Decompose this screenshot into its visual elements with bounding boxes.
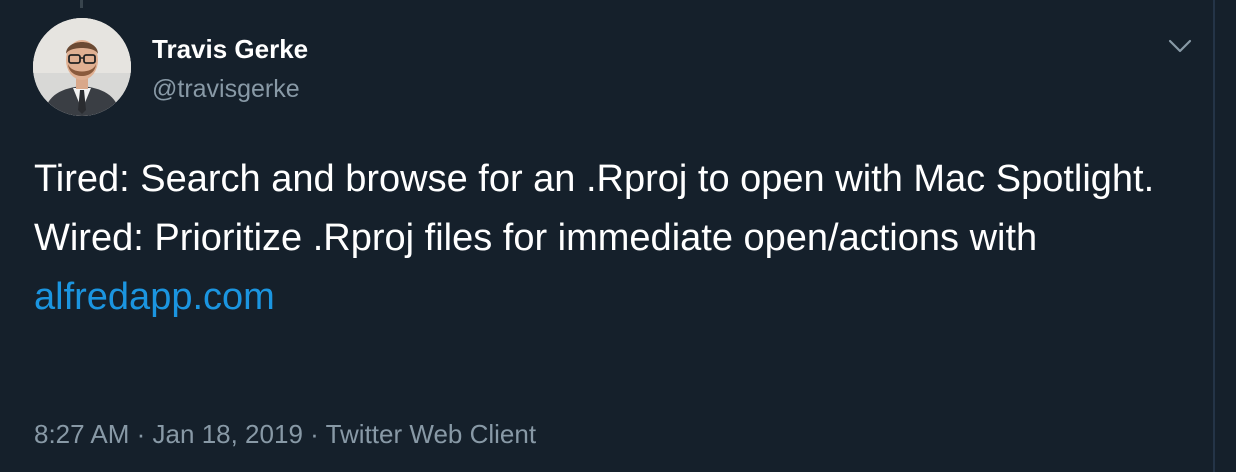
author-handle[interactable]: @travisgerke [152,74,300,104]
tweet-time[interactable]: 8:27 AM [34,419,129,449]
tweet-link[interactable]: alfredapp.com [34,276,275,318]
column-divider [1213,0,1215,472]
tweet-body: Tired: Search and browse for an .Rproj t… [34,150,1194,327]
tweet-line-tired: Tired: Search and browse for an .Rproj t… [34,158,1155,200]
tweet-source[interactable]: Twitter Web Client [326,419,536,449]
tweet-metadata: 8:27 AM · Jan 18, 2019 · Twitter Web Cli… [34,418,536,450]
user-avatar[interactable] [33,18,131,116]
thread-connector [80,0,83,8]
meta-separator: · [310,419,319,449]
meta-separator: · [136,419,146,449]
tweet-options-button[interactable] [1166,32,1194,60]
author-display-name[interactable]: Travis Gerke [152,34,308,64]
tweet-line-wired-text: Wired: Prioritize .Rproj files for immed… [34,217,1038,259]
tweet-date[interactable]: Jan 18, 2019 [153,419,303,449]
chevron-down-icon [1168,39,1192,53]
tweet-card: Travis Gerke @travisgerke Tired: Search … [0,0,1236,472]
avatar-portrait-icon [33,18,131,116]
tweet-line-wired: Wired: Prioritize .Rproj files for immed… [34,209,1194,327]
